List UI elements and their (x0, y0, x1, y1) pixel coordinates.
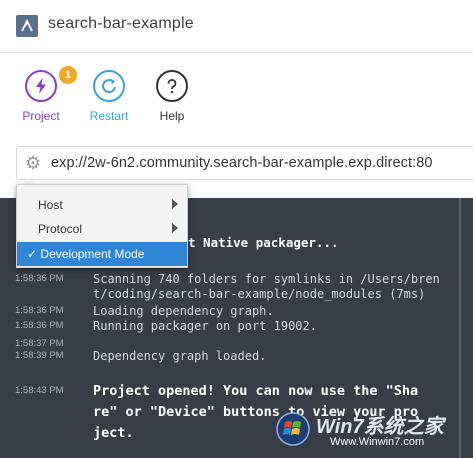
window-title: search-bar-example (48, 15, 194, 32)
lightning-icon (36, 78, 46, 94)
menu-item-label: Protocol (38, 222, 83, 236)
windows-logo-icon (276, 412, 310, 446)
watermark-url: Www.Winwin7.com (330, 436, 425, 448)
url-options-menu: Host Protocol ✓ Development Mode (16, 184, 188, 268)
watermark-brand: Win7系统之家 (316, 416, 444, 438)
gear-icon[interactable]: ⚙ (25, 154, 43, 172)
checkmark-icon: ✓ (27, 247, 38, 261)
project-button-label: Project (22, 109, 60, 123)
expo-logo-icon (16, 15, 38, 37)
project-button[interactable]: 1 Project (11, 66, 77, 123)
menu-item-development-mode[interactable]: ✓ Development Mode (17, 242, 187, 266)
menu-item-label: Host (38, 198, 63, 212)
notification-badge: 1 (59, 66, 77, 84)
menu-item-protocol[interactable]: Protocol (17, 217, 187, 241)
log-timestamp: 1:58:39 PM (15, 350, 64, 361)
log-message: t/coding/search-bar-example/node_modules… (93, 287, 426, 301)
question-icon (167, 79, 177, 94)
submenu-arrow-icon (172, 199, 178, 209)
log-message: Project opened! You can now use the "Sha (93, 383, 419, 399)
toolbar: 1 Project Restart Help (0, 66, 473, 130)
help-button-label: Help (159, 109, 185, 123)
log-timestamp: 1:58:36 PM (15, 320, 64, 331)
help-button[interactable]: Help (142, 70, 202, 123)
title-bar: search-bar-example (0, 0, 473, 52)
log-message: Running packager on port 19002. (93, 319, 317, 333)
menu-item-host[interactable]: Host (17, 193, 187, 217)
log-timestamp: 1:58:36 PM (15, 305, 64, 316)
restart-button-label: Restart (89, 109, 129, 123)
log-message: Scanning 740 folders for symlinks in /Us… (93, 272, 440, 286)
watermark: Win7系统之家 Www.Winwin7.com (270, 408, 470, 454)
submenu-arrow-icon (172, 223, 178, 233)
log-message: Loading dependency graph. (93, 304, 274, 318)
log-message: ject. (93, 425, 134, 441)
log-timestamp: 1:58:43 PM (15, 385, 64, 396)
restart-button[interactable]: Restart (79, 70, 139, 123)
log-timestamp: 1:58:37 PM (15, 338, 64, 349)
title-divider (0, 52, 473, 53)
menu-item-label: ✓ Development Mode (27, 247, 145, 261)
log-message: Dependency graph loaded. (93, 349, 267, 363)
url-text[interactable]: exp://2w-6n2.community.search-bar-exampl… (51, 155, 433, 171)
log-header-fragment: t Native packager... (188, 235, 339, 250)
log-timestamp: 1:58:36 PM (15, 273, 64, 284)
refresh-icon (102, 79, 116, 94)
url-bar[interactable]: ⚙ exp://2w-6n2.community.search-bar-exam… (16, 146, 473, 180)
